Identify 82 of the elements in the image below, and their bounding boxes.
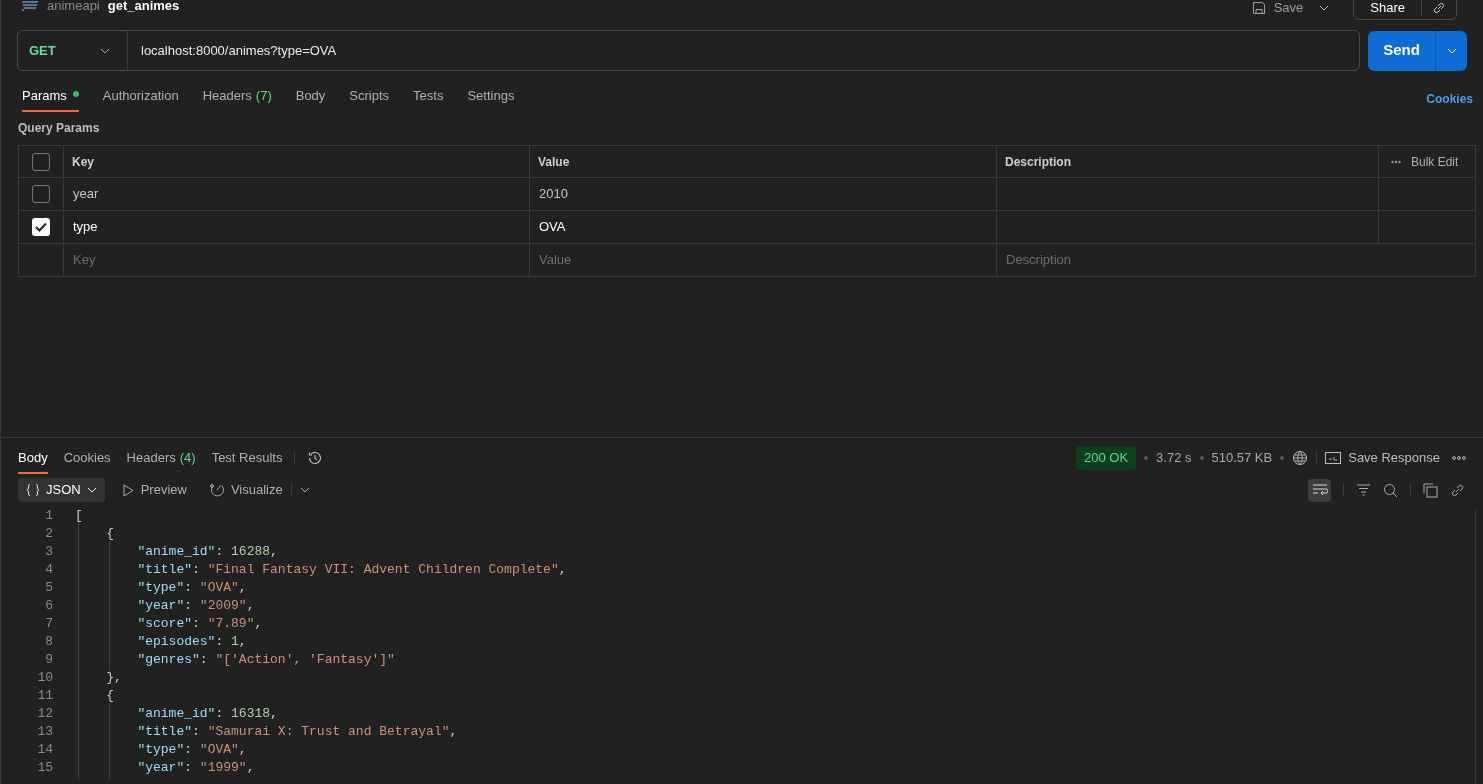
separator-dot-icon — [1144, 456, 1149, 460]
format-select[interactable]: JSON — [18, 478, 105, 502]
chevron-down-icon[interactable] — [1319, 5, 1330, 11]
line-number: 9 — [44, 651, 53, 670]
braces-icon — [26, 483, 40, 497]
share-button[interactable]: Share — [1354, 0, 1421, 18]
collection-link[interactable]: animeapi — [47, 0, 100, 16]
column-header: Description — [1005, 153, 1071, 171]
response-time: 3.72 s — [1156, 449, 1192, 468]
chevron-down-icon[interactable] — [299, 487, 310, 493]
more-icon[interactable] — [1391, 159, 1401, 164]
status-badge: 200 OK — [1076, 446, 1137, 470]
search-icon[interactable] — [1383, 482, 1398, 498]
chevron-down-icon — [1446, 47, 1457, 54]
param-key: type — [73, 217, 98, 237]
chevron-down-icon — [86, 487, 97, 493]
method-select[interactable]: GET — [18, 31, 128, 70]
line-number: 12 — [36, 705, 53, 724]
line-number: 3 — [44, 543, 53, 562]
globe-icon[interactable] — [1292, 450, 1309, 466]
tab[interactable]: Headers (7) — [202, 86, 272, 112]
tab[interactable]: Scripts — [349, 86, 390, 112]
input-field[interactable]: Description — [998, 250, 1474, 270]
send-button[interactable]: Send — [1368, 30, 1435, 71]
column-header: Value — [538, 153, 570, 171]
wrap-icon — [1311, 484, 1328, 496]
tab[interactable]: Settings — [467, 86, 515, 112]
save-response-button[interactable]: Save Response — [1325, 448, 1440, 468]
tab[interactable]: Body — [295, 86, 326, 112]
param-key: year — [73, 184, 99, 204]
line-number: 15 — [36, 759, 53, 778]
save-button[interactable]: Save — [1247, 0, 1308, 18]
input-field[interactable]: Value — [531, 250, 995, 270]
url-bar[interactable]: GET localhost:8000/animes?type=OVA — [17, 30, 1360, 71]
checkbox[interactable] — [32, 152, 50, 171]
line-number: 10 — [36, 669, 53, 688]
column-header: Key — [72, 153, 94, 171]
param-value: 2010 — [539, 185, 568, 204]
code-line: "genres": "['Action', 'Fantasy']" — [75, 650, 395, 670]
line-number: 1 — [44, 507, 53, 526]
request-name: get_animes — [107, 0, 180, 15]
tab[interactable]: Cookies — [63, 442, 111, 474]
tab[interactable]: Authorization — [102, 86, 179, 112]
history-icon[interactable] — [307, 450, 324, 466]
url-field[interactable]: localhost:8000/animes?type=OVA — [128, 40, 1359, 61]
copy-icon[interactable] — [1423, 482, 1438, 498]
response-size: 510.57 KB — [1211, 449, 1273, 468]
line-number: 7 — [44, 615, 53, 634]
line-number: 14 — [36, 741, 53, 760]
filter-icon[interactable] — [1356, 484, 1371, 496]
link-icon[interactable] — [1450, 482, 1465, 498]
code-line: [ — [75, 507, 83, 526]
tab[interactable]: Params — [22, 86, 79, 112]
more-icon[interactable] — [1452, 456, 1466, 460]
play-icon — [122, 483, 134, 497]
cookies-link[interactable]: Cookies — [1426, 90, 1473, 108]
line-number: 8 — [44, 633, 53, 652]
section-title: Query Params — [17, 120, 101, 137]
chevron-down-icon — [100, 47, 110, 54]
separator-dot-icon — [1199, 456, 1204, 460]
link-icon[interactable] — [1432, 1, 1446, 15]
tab[interactable]: Tests — [413, 86, 444, 112]
param-value: OVA — [539, 218, 566, 237]
code-line: "year": "1999", — [75, 758, 255, 778]
line-number: 13 — [36, 723, 53, 742]
line-number: 6 — [44, 597, 53, 616]
wrap-lines-button[interactable] — [1308, 478, 1331, 502]
tab[interactable]: Body — [18, 442, 48, 474]
tab[interactable]: Headers (4) — [126, 442, 196, 474]
separator-dot-icon — [1280, 456, 1285, 460]
visualize-button[interactable]: Visualize — [208, 480, 283, 500]
input-field[interactable]: Key — [65, 250, 528, 270]
checkbox[interactable] — [32, 218, 50, 236]
preview-button[interactable]: Preview — [122, 480, 187, 500]
tab[interactable]: Test Results — [211, 442, 283, 474]
line-number: 5 — [44, 579, 53, 598]
bulk-edit-button[interactable]: Bulk Edit — [1411, 152, 1459, 171]
line-number: 2 — [44, 525, 53, 544]
example-icon — [1325, 452, 1342, 464]
checkbox[interactable] — [32, 185, 50, 203]
line-number: 11 — [36, 687, 53, 706]
line-number: 4 — [44, 561, 53, 580]
